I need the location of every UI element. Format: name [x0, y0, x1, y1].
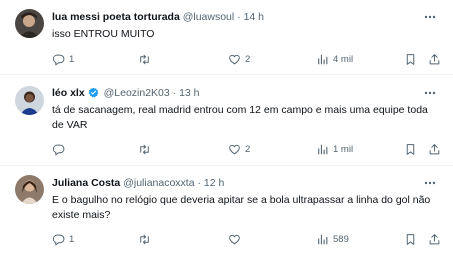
display-name[interactable]: léo xlx — [52, 87, 85, 99]
tweet-header: léo xlx @Leozin2K03 · 13 h — [52, 85, 423, 101]
tweet-header: lua messi poeta torturada @luawsoul · 14… — [52, 9, 423, 25]
display-name[interactable]: lua messi poeta torturada — [52, 11, 180, 23]
bookmark-icon — [406, 143, 415, 155]
bookmark-icon — [406, 233, 415, 245]
display-name[interactable]: Juliana Costa — [52, 177, 120, 189]
bookmark-button[interactable] — [404, 142, 417, 156]
user-handle[interactable]: @luawsoul — [183, 11, 235, 23]
reply-icon — [52, 54, 65, 65]
timestamp[interactable]: 12 h — [204, 177, 224, 189]
reply-icon — [52, 144, 65, 155]
views-icon — [318, 234, 328, 244]
more-icon[interactable] — [423, 86, 437, 100]
view-count: 4 mil — [333, 53, 354, 65]
reply-feed: lua messi poeta torturada @luawsoul · 14… — [0, 0, 453, 256]
avatar[interactable] — [15, 86, 44, 115]
like-count: 2 — [245, 53, 251, 65]
more-icon[interactable] — [423, 10, 437, 24]
user-handle[interactable]: @julianacoxxta — [123, 177, 194, 189]
verified-icon — [88, 87, 98, 98]
like-button[interactable] — [228, 232, 245, 246]
views-icon — [318, 54, 328, 64]
reply-icon — [52, 234, 65, 245]
share-icon — [429, 143, 440, 154]
tweet-text: E o bagulho no relógio que deveria apita… — [52, 194, 431, 221]
reply-button[interactable]: 1 — [52, 52, 74, 66]
like-button[interactable]: 2 — [228, 142, 250, 156]
reply-button[interactable]: 1 — [52, 232, 74, 246]
like-icon — [229, 54, 240, 64]
reply-count: 1 — [69, 233, 75, 245]
views-icon — [318, 144, 328, 154]
retweet-button[interactable] — [138, 52, 155, 66]
separator-dot: · — [172, 87, 177, 99]
retweet-button[interactable] — [138, 142, 155, 156]
bookmark-button[interactable] — [404, 232, 417, 246]
retweet-icon — [140, 144, 149, 154]
avatar[interactable] — [15, 175, 44, 204]
reply-count: 1 — [69, 53, 75, 65]
share-button[interactable] — [428, 142, 441, 156]
tweet[interactable]: lua messi poeta torturada @luawsoul · 14… — [0, 0, 453, 74]
bookmark-button[interactable] — [404, 52, 417, 66]
view-count: 589 — [333, 233, 349, 245]
like-icon — [229, 144, 240, 154]
retweet-icon — [140, 54, 149, 64]
like-icon — [229, 234, 240, 244]
separator-dot: · — [237, 11, 241, 23]
tweet-text: tá de sacanagem, real madrid entrou com … — [52, 104, 428, 131]
share-button[interactable] — [428, 232, 441, 246]
tweet-actions: 1 2 4 mil — [52, 52, 441, 66]
share-icon — [429, 233, 440, 244]
separator-dot: · — [197, 177, 202, 189]
timestamp[interactable]: 13 h — [179, 87, 199, 99]
view-count: 1 mil — [333, 143, 354, 155]
tweet[interactable]: Juliana Costa @julianacoxxta · 12 h E o … — [0, 165, 453, 256]
views-button[interactable]: 589 — [316, 232, 349, 246]
like-button[interactable]: 2 — [228, 52, 250, 66]
share-button[interactable] — [428, 52, 441, 66]
retweet-icon — [140, 234, 149, 244]
tweet-header: Juliana Costa @julianacoxxta · 12 h — [52, 175, 423, 191]
bookmark-icon — [406, 53, 415, 65]
views-button[interactable]: 1 mil — [316, 142, 353, 156]
tweet-actions: 2 1 mil — [52, 142, 441, 156]
user-handle[interactable]: @Leozin2K03 — [104, 87, 170, 99]
more-icon[interactable] — [423, 176, 437, 190]
retweet-button[interactable] — [138, 232, 155, 246]
reply-button[interactable] — [52, 142, 69, 156]
avatar[interactable] — [15, 9, 44, 38]
timestamp[interactable]: 14 h — [244, 11, 264, 23]
views-button[interactable]: 4 mil — [316, 52, 353, 66]
tweet-text: isso ENTROU MUITO — [52, 28, 155, 40]
like-count: 2 — [245, 143, 251, 155]
tweet-actions: 1 589 — [52, 232, 441, 246]
share-icon — [429, 53, 440, 64]
tweet[interactable]: léo xlx @Leozin2K03 · 13 h tá de sacanag… — [0, 74, 453, 165]
